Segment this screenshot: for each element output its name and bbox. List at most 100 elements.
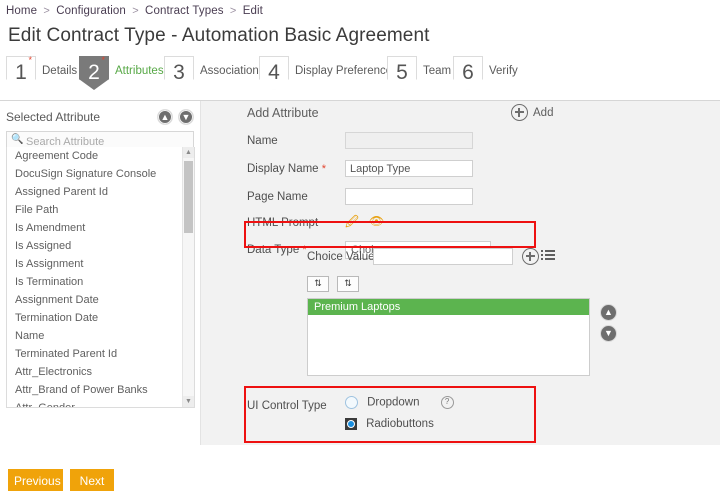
wizard-step-1-number: 1 xyxy=(15,61,27,84)
radio-selected-icon[interactable] xyxy=(345,418,357,430)
wizard-step-6-label[interactable]: Verify xyxy=(489,56,518,86)
arrow-down-icon[interactable]: ▼ xyxy=(178,109,194,125)
radio-option-dropdown[interactable]: Dropdown ? xyxy=(345,396,454,409)
radio-radiobuttons-label: Radiobuttons xyxy=(366,418,434,430)
radio-option-radiobuttons[interactable]: Radiobuttons xyxy=(345,418,434,430)
scrollbar-thumb[interactable] xyxy=(184,161,193,233)
name-label: Name xyxy=(247,135,278,147)
breadcrumb-item-edit[interactable]: Edit xyxy=(243,5,263,17)
radio-unselected-icon[interactable] xyxy=(345,396,358,409)
add-button-label: Add xyxy=(533,107,553,119)
html-prompt-label: HTML Prompt xyxy=(247,217,318,229)
choice-value-row: Choice Value xyxy=(307,248,697,270)
sort-buttons: ⇅ ⇅ xyxy=(307,276,364,292)
list-item[interactable]: Assigned Parent Id xyxy=(7,183,183,201)
wizard-step-4[interactable]: 4 Display Preference xyxy=(259,56,392,100)
breadcrumb-separator: > xyxy=(43,5,50,17)
list-item[interactable]: Is Termination xyxy=(7,273,183,291)
radio-dropdown-label: Dropdown xyxy=(367,397,419,409)
breadcrumb-item-contract-types[interactable]: Contract Types xyxy=(145,5,224,17)
breadcrumb-item-home[interactable]: Home xyxy=(6,5,37,17)
selected-attribute-header: Selected Attribute ▲ ▼ xyxy=(0,101,200,131)
attribute-list-container: Agreement Code DocuSign Signature Consol… xyxy=(6,147,195,408)
display-name-input[interactable] xyxy=(345,160,473,177)
attribute-list-scrollbar[interactable]: ▲ ▼ xyxy=(182,147,194,407)
wizard-step-5-badge[interactable]: 5 xyxy=(387,56,417,90)
page-name-label: Page Name xyxy=(247,191,308,203)
choice-list[interactable]: Premium Laptops xyxy=(307,298,590,376)
page-title: Edit Contract Type - Automation Basic Ag… xyxy=(0,22,720,52)
wizard-step-1-badge[interactable]: 1 * xyxy=(6,56,36,90)
next-button[interactable]: Next xyxy=(70,469,114,491)
arrow-up-icon[interactable]: ▲ xyxy=(157,109,173,125)
wizard-step-6[interactable]: 6 Verify xyxy=(453,56,518,100)
plus-circle-icon xyxy=(511,104,528,121)
list-item[interactable]: Agreement Code xyxy=(7,147,183,165)
choice-value-panel: Choice Value ⇅ ⇅ Premium Laptops ▲ ▼ xyxy=(307,248,697,388)
list-item[interactable]: Is Assigned xyxy=(7,237,183,255)
breadcrumb-separator: > xyxy=(230,5,237,17)
arrow-down-icon[interactable]: ▼ xyxy=(600,325,617,342)
required-asterisk: * xyxy=(322,163,326,175)
eye-icon[interactable]: 👁 xyxy=(369,215,384,228)
list-item[interactable]: Premium Laptops xyxy=(308,299,589,315)
required-asterisk: * xyxy=(28,56,32,65)
wizard-step-3-badge[interactable]: 3 xyxy=(164,56,194,90)
wizard-step-2-badge[interactable]: 2 * xyxy=(79,56,109,90)
list-item[interactable]: Termination Date xyxy=(7,309,183,327)
list-item[interactable]: Is Assignment xyxy=(7,255,183,273)
sort-descending-button[interactable]: ⇅ xyxy=(337,276,359,292)
wizard-step-3[interactable]: 3 Association xyxy=(164,56,259,100)
list-item[interactable]: File Path xyxy=(7,201,183,219)
arrow-up-icon[interactable]: ▲ xyxy=(600,304,617,321)
scroll-down-icon[interactable]: ▼ xyxy=(183,396,194,407)
field-row-display-name: Display Name * xyxy=(201,160,720,184)
list-item[interactable]: Terminated Parent Id xyxy=(7,345,183,363)
breadcrumb-separator: > xyxy=(132,5,139,17)
data-type-label-text: Data Type xyxy=(247,244,299,256)
edit-icon[interactable]: 🖉 xyxy=(345,215,359,228)
field-row-html-prompt: HTML Prompt 🖉 👁 xyxy=(201,214,720,238)
wizard-step-1-label[interactable]: Details xyxy=(42,56,77,86)
list-item[interactable]: Name xyxy=(7,327,183,345)
sort-ascending-button[interactable]: ⇅ xyxy=(307,276,329,292)
wizard-step-6-number: 6 xyxy=(462,61,474,84)
page-name-input[interactable] xyxy=(345,188,473,205)
breadcrumb: Home > Configuration > Contract Types > … xyxy=(0,0,720,22)
add-button[interactable]: Add xyxy=(511,104,553,121)
help-icon[interactable]: ? xyxy=(441,396,454,409)
wizard-step-2-number: 2 xyxy=(88,61,100,84)
display-name-label: Display Name * xyxy=(247,163,326,175)
list-icon[interactable] xyxy=(541,249,555,261)
attribute-list[interactable]: Agreement Code DocuSign Signature Consol… xyxy=(7,147,183,407)
name-input[interactable] xyxy=(345,132,473,149)
wizard-step-5[interactable]: 5 Team xyxy=(387,56,451,100)
wizard-step-3-number: 3 xyxy=(173,61,185,84)
breadcrumb-item-configuration[interactable]: Configuration xyxy=(56,5,126,17)
list-item[interactable]: Attr_Gender xyxy=(7,399,183,407)
ui-control-type-label: UI Control Type xyxy=(247,400,327,412)
scroll-up-icon[interactable]: ▲ xyxy=(183,147,194,158)
list-item[interactable]: Attr_Brand of Power Banks xyxy=(7,381,183,399)
wizard-steps: 1 * Details 2 * Attributes 3 Association… xyxy=(0,56,720,101)
field-row-page-name: Page Name xyxy=(201,188,720,212)
add-choice-icon[interactable] xyxy=(522,248,539,265)
data-type-label: Data Type * xyxy=(247,244,307,256)
wizard-step-6-badge[interactable]: 6 xyxy=(453,56,483,90)
main-content: Selected Attribute ▲ ▼ 🔍 Agreement Code … xyxy=(0,101,720,445)
previous-button[interactable]: Previous xyxy=(8,469,63,491)
list-item[interactable]: Attr_Electronics xyxy=(7,363,183,381)
wizard-step-4-label[interactable]: Display Preference xyxy=(295,56,392,86)
list-item[interactable]: DocuSign Signature Console xyxy=(7,165,183,183)
wizard-step-4-number: 4 xyxy=(268,61,280,84)
add-attribute-pane: Add Attribute Add Name Display Name * Pa… xyxy=(201,101,720,445)
wizard-step-3-label[interactable]: Association xyxy=(200,56,259,86)
list-item[interactable]: Is Amendment xyxy=(7,219,183,237)
list-item[interactable]: Assignment Date xyxy=(7,291,183,309)
wizard-step-5-label[interactable]: Team xyxy=(423,56,451,86)
wizard-step-4-badge[interactable]: 4 xyxy=(259,56,289,90)
wizard-step-2-label[interactable]: Attributes xyxy=(115,56,164,86)
choice-value-input[interactable] xyxy=(373,248,513,265)
wizard-step-1[interactable]: 1 * Details xyxy=(6,56,77,100)
wizard-step-2[interactable]: 2 * Attributes xyxy=(79,56,164,100)
